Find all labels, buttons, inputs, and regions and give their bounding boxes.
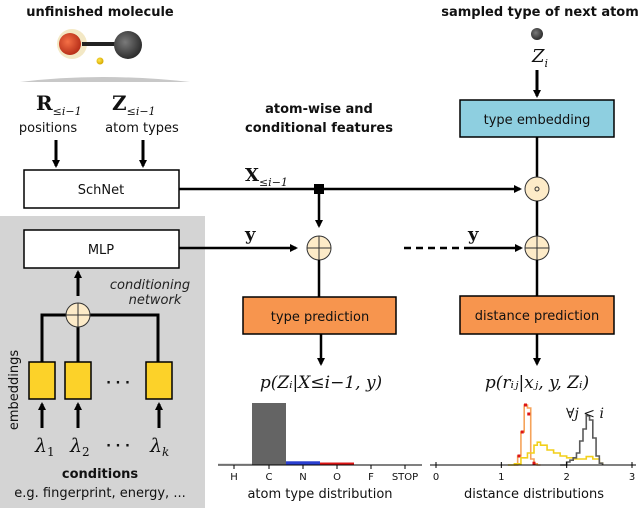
branch-node [314,184,324,194]
schnet-block[interactable]: SchNet [23,169,180,209]
architecture-diagram: unfinished molecule sampled type of next… [0,5,639,508]
distance-distribution-formula: p(rᵢⱼ|xⱼ, y, Zᵢ) [485,373,589,393]
y-signal-right: y [467,224,479,245]
type-distribution-formula: p(Zᵢ|X≤i−1, y) [260,373,382,393]
features-title-2: conditional features [245,121,393,136]
conditions-title: conditions [62,467,139,482]
forall-annotation: ∀j < i [566,406,604,422]
x-tick-label: F [368,472,374,483]
bar-N [286,461,320,465]
positions-symbol: R≤i−1 [36,91,82,118]
type-prediction-block[interactable]: type prediction [242,296,397,335]
x-tick-label: N [299,472,306,483]
marker-point [524,403,528,407]
embeddings-label: embeddings [7,350,22,431]
sum-operator-right [524,235,550,261]
x-tick-label: C [266,472,273,483]
conditioning-network-label-1: conditioning [110,278,190,293]
x-tick-label: 2 [563,472,569,483]
atom-types-label: atom types [105,121,179,136]
bar-C [252,403,286,465]
type-embedding-block[interactable]: type embedding [459,99,615,138]
marker-point [527,412,531,416]
x-signal-label: X≤i−1 [245,165,288,189]
next-type-symbol: Zi [531,46,548,70]
sum-operator-left [306,235,332,261]
molecule-icon [57,29,142,65]
marker-point [517,454,521,458]
embedding-cell-2 [64,361,92,400]
svg-text:type embedding: type embedding [484,113,591,128]
molecule-shadow [20,77,190,82]
conditioning-network-label-2: network [129,293,182,308]
features-title-1: atom-wise and [265,102,373,117]
svg-text:MLP: MLP [88,243,114,258]
distance-prediction-block[interactable]: distance prediction [459,295,615,335]
sum-operator-conditioning [65,302,91,328]
y-signal-left: y [244,224,256,245]
hadamard-operator [524,176,550,202]
sampled-type-title: sampled type of next atom [441,5,639,20]
svg-text:distance prediction: distance prediction [475,309,599,324]
next-atom-icon [531,28,543,40]
x-tick-label: 0 [433,472,439,483]
x-axis-label: distance distributions [464,487,604,502]
svg-text:type prediction: type prediction [271,310,369,325]
embedding-cell-k [145,361,173,400]
x-tick-label: 1 [498,472,504,483]
x-tick-label: O [333,472,341,483]
embedding-cell-1 [28,361,56,400]
types-symbol: Z≤i−1 [112,91,156,118]
x-tick-label: STOP [392,472,418,483]
marker-point [532,461,536,465]
embedding-ellipsis: · · · [106,376,130,391]
distance-line-chart: 0 1 2 3 ∀j < i distance distributions [430,403,636,502]
svg-text:SchNet: SchNet [78,183,124,198]
series-yellow [507,441,604,466]
lambda-ellipsis: · · · [106,439,130,454]
unfinished-molecule-title: unfinished molecule [26,5,174,20]
x-tick-label: 3 [629,472,635,483]
marker-point [520,430,524,434]
atom-type-bar-chart: H C N O F STOPatom type distribution [218,403,422,502]
x-axis-label: atom type distribution [247,487,392,502]
positions-label: positions [19,121,77,136]
mlp-block[interactable]: MLP [23,229,180,269]
conditions-examples: e.g. fingerprint, energy, ... [14,486,185,501]
x-tick-label: H [230,472,238,483]
